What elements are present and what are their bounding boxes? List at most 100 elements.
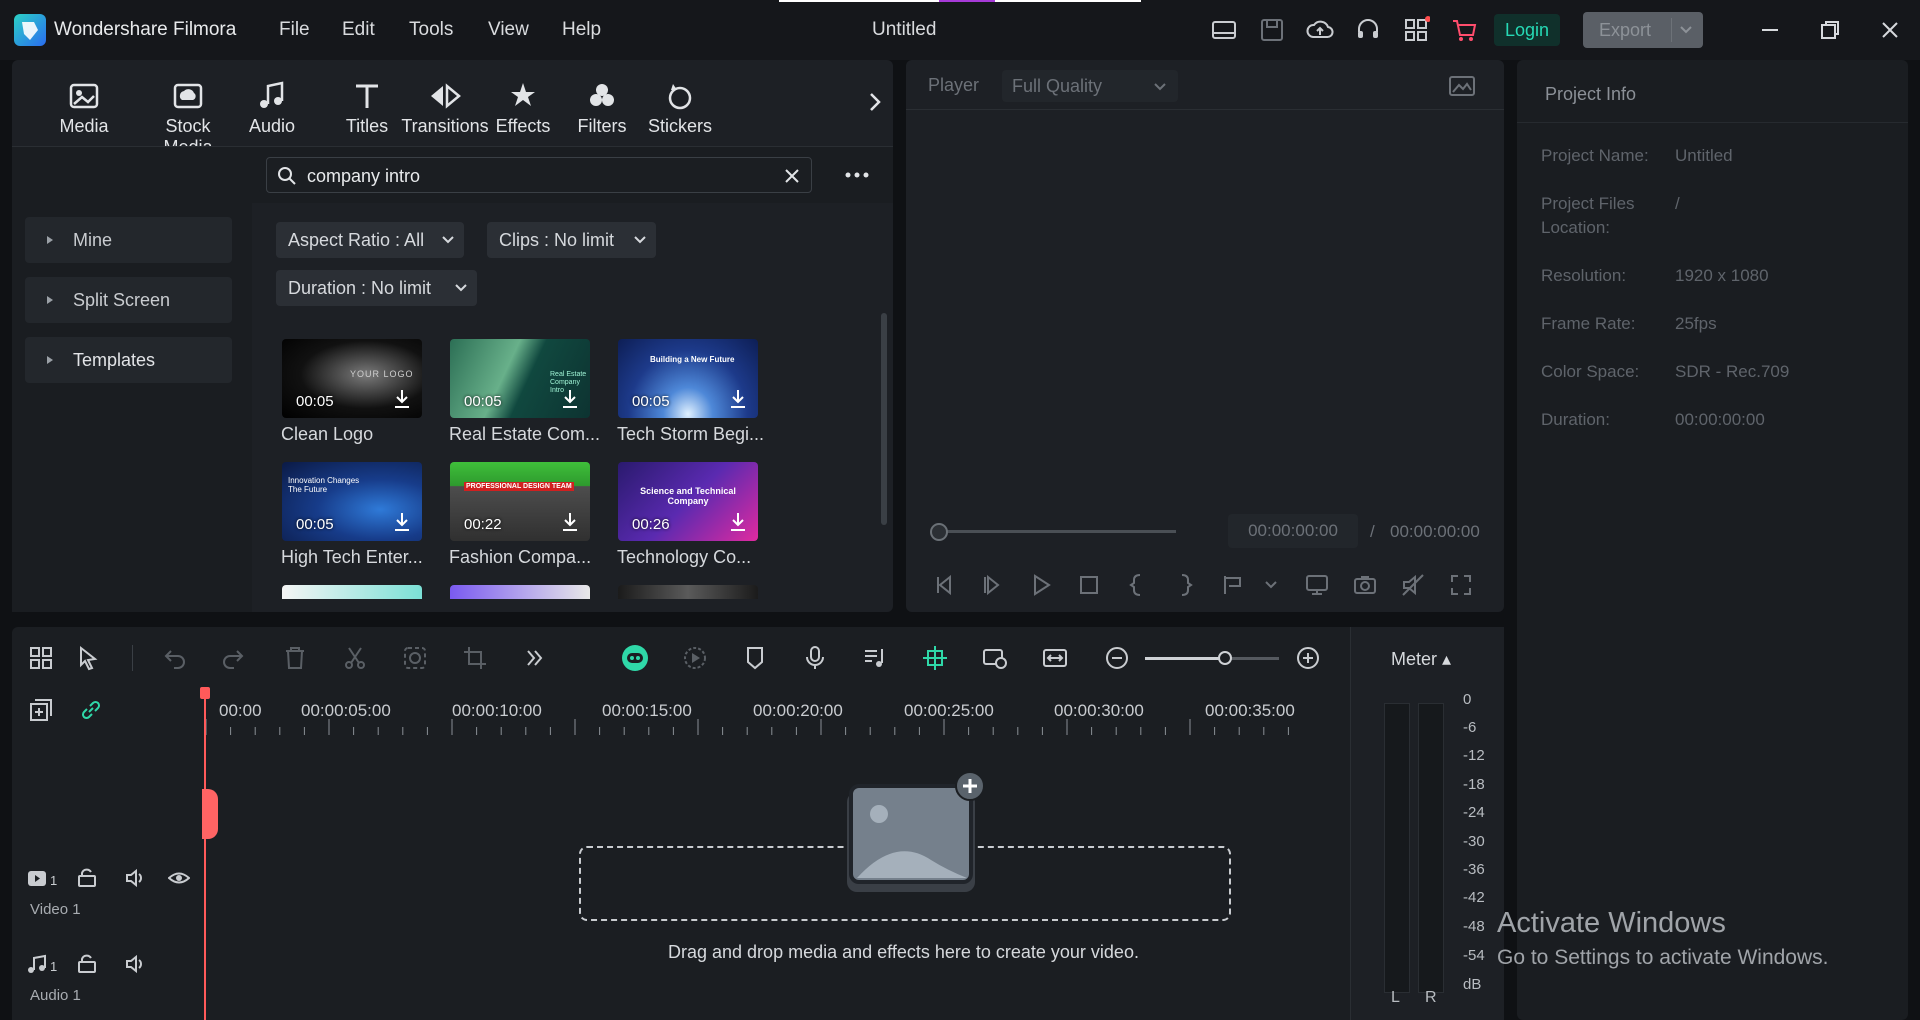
apps-grid-icon[interactable] — [1402, 16, 1430, 44]
more-tools-chevron-icon[interactable] — [522, 645, 548, 671]
template-thumbnail[interactable]: Innovation Changes The Future 00:05 — [282, 462, 422, 541]
chevron-down-icon[interactable] — [1264, 580, 1278, 590]
audio-mixer-icon[interactable] — [862, 645, 888, 671]
playhead-handle[interactable] — [200, 687, 210, 699]
camera-snapshot-icon[interactable] — [1352, 572, 1378, 598]
ruler-label: 00:00:10:00 — [452, 701, 542, 720]
export-button[interactable]: Export — [1583, 12, 1703, 48]
crop-icon[interactable] — [462, 645, 488, 671]
login-button[interactable]: Login — [1494, 14, 1560, 46]
delete-icon[interactable] — [282, 645, 308, 671]
layout-icon[interactable] — [1210, 16, 1238, 44]
aspect-ratio-filter[interactable]: Aspect Ratio : All — [276, 222, 464, 258]
expand-arrow-icon — [47, 296, 53, 304]
clips-filter[interactable]: Clips : No limit — [487, 222, 656, 258]
mark-in-icon[interactable] — [1124, 572, 1150, 598]
restore-icon[interactable] — [1818, 18, 1842, 42]
stop-icon[interactable] — [1076, 572, 1102, 598]
search-input[interactable]: company intro — [266, 157, 812, 193]
tab-stickers[interactable]: Stickers — [632, 78, 728, 137]
clear-search-icon[interactable] — [783, 167, 801, 185]
marker-shield-icon[interactable] — [742, 645, 768, 671]
ai-copilot-icon[interactable] — [620, 643, 650, 673]
undo-icon[interactable] — [162, 645, 188, 671]
download-icon[interactable] — [728, 511, 748, 533]
template-thumbnail[interactable]: Science and Technical Company 00:26 — [618, 462, 758, 541]
meter-toggle[interactable]: Meter ▴ — [1391, 649, 1451, 670]
more-options-icon[interactable] — [842, 163, 872, 187]
support-headset-icon[interactable] — [1354, 16, 1382, 44]
quality-dropdown[interactable]: Full Quality — [1002, 70, 1178, 102]
template-thumbnail[interactable]: Real Estate Company Intro 00:05 — [450, 339, 590, 418]
volume-icon[interactable] — [124, 953, 146, 975]
insert-marker-icon[interactable] — [1220, 572, 1246, 598]
mute-volume-icon[interactable] — [1400, 572, 1426, 598]
time-separator: / — [1370, 522, 1375, 541]
redo-icon[interactable] — [220, 645, 246, 671]
ai-cutout-icon[interactable] — [402, 645, 428, 671]
download-icon[interactable] — [728, 388, 748, 410]
display-monitor-icon[interactable] — [1304, 572, 1330, 598]
playhead-line[interactable] — [204, 687, 206, 1020]
download-icon[interactable] — [560, 511, 580, 533]
preview-render-icon[interactable] — [982, 645, 1008, 671]
cart-icon[interactable] — [1450, 16, 1478, 44]
mark-out-icon[interactable] — [1172, 572, 1198, 598]
zoom-in-icon[interactable] — [1295, 645, 1321, 671]
chevron-right-icon[interactable] — [868, 90, 882, 114]
play-icon[interactable] — [1028, 572, 1054, 598]
menu-view[interactable]: View — [488, 19, 529, 41]
add-track-icon[interactable] — [28, 697, 54, 723]
download-icon[interactable] — [392, 388, 412, 410]
template-thumbnail[interactable]: Building a New Future 00:05 — [618, 339, 758, 418]
duration-filter[interactable]: Duration : No limit — [276, 270, 477, 306]
zoom-slider-knob[interactable] — [1218, 651, 1233, 665]
template-thumbnail[interactable] — [618, 585, 758, 599]
layout-grid-icon[interactable] — [28, 645, 54, 671]
nav-item-mine[interactable]: Mine — [25, 217, 232, 263]
add-media-placeholder-icon[interactable] — [835, 772, 985, 897]
tab-media[interactable]: Media — [36, 78, 132, 137]
snap-magnet-icon[interactable] — [922, 645, 948, 671]
menu-help[interactable]: Help — [562, 19, 601, 41]
playhead-tab[interactable] — [202, 789, 218, 839]
menu-file[interactable]: File — [279, 19, 310, 41]
speed-ramp-icon[interactable] — [682, 645, 708, 671]
ruler-label: 00:00:35:00 — [1205, 701, 1295, 720]
nav-item-templates[interactable]: Templates — [25, 337, 232, 383]
snapshot-image-icon[interactable] — [1448, 74, 1476, 98]
download-icon[interactable] — [392, 511, 412, 533]
template-thumbnail[interactable] — [450, 585, 590, 599]
nav-item-split-screen[interactable]: Split Screen — [25, 277, 232, 323]
tab-audio[interactable]: Audio — [224, 78, 320, 137]
menu-tools[interactable]: Tools — [409, 19, 453, 41]
timeline-ruler[interactable]: 00:00 00:00:05:00 00:00:10:00 00:00:15:0… — [204, 687, 1350, 737]
next-frame-icon[interactable] — [980, 572, 1006, 598]
info-label: Project Files Location: — [1541, 194, 1635, 237]
volume-icon[interactable] — [124, 867, 146, 889]
eye-visibility-icon[interactable] — [168, 867, 190, 889]
template-thumbnail[interactable]: YOUR LOGO 00:05 — [282, 339, 422, 418]
lock-track-icon[interactable] — [76, 867, 98, 889]
save-icon[interactable] — [1258, 16, 1286, 44]
link-icon[interactable] — [78, 697, 104, 723]
split-scissors-icon[interactable] — [342, 645, 368, 671]
playback-progress-track[interactable] — [938, 530, 1176, 533]
template-thumbnail[interactable]: PROFESSIONAL DESIGN TEAM 00:22 — [450, 462, 590, 541]
minimize-icon[interactable] — [1758, 18, 1782, 42]
scrollbar[interactable] — [881, 313, 887, 525]
close-icon[interactable] — [1878, 18, 1902, 42]
lock-track-icon[interactable] — [76, 953, 98, 975]
download-icon[interactable] — [560, 388, 580, 410]
fullscreen-icon[interactable] — [1448, 572, 1474, 598]
cloud-upload-icon[interactable] — [1306, 16, 1334, 44]
previous-frame-icon[interactable] — [932, 572, 958, 598]
audio-track-label: Audio 1 — [30, 987, 81, 1004]
playback-progress-knob[interactable] — [930, 523, 948, 541]
template-thumbnail[interactable] — [282, 585, 422, 599]
select-cursor-icon[interactable] — [76, 645, 102, 671]
zoom-out-icon[interactable] — [1104, 645, 1130, 671]
menu-edit[interactable]: Edit — [342, 19, 375, 41]
microphone-icon[interactable] — [802, 645, 828, 671]
fit-timeline-icon[interactable] — [1042, 645, 1068, 671]
